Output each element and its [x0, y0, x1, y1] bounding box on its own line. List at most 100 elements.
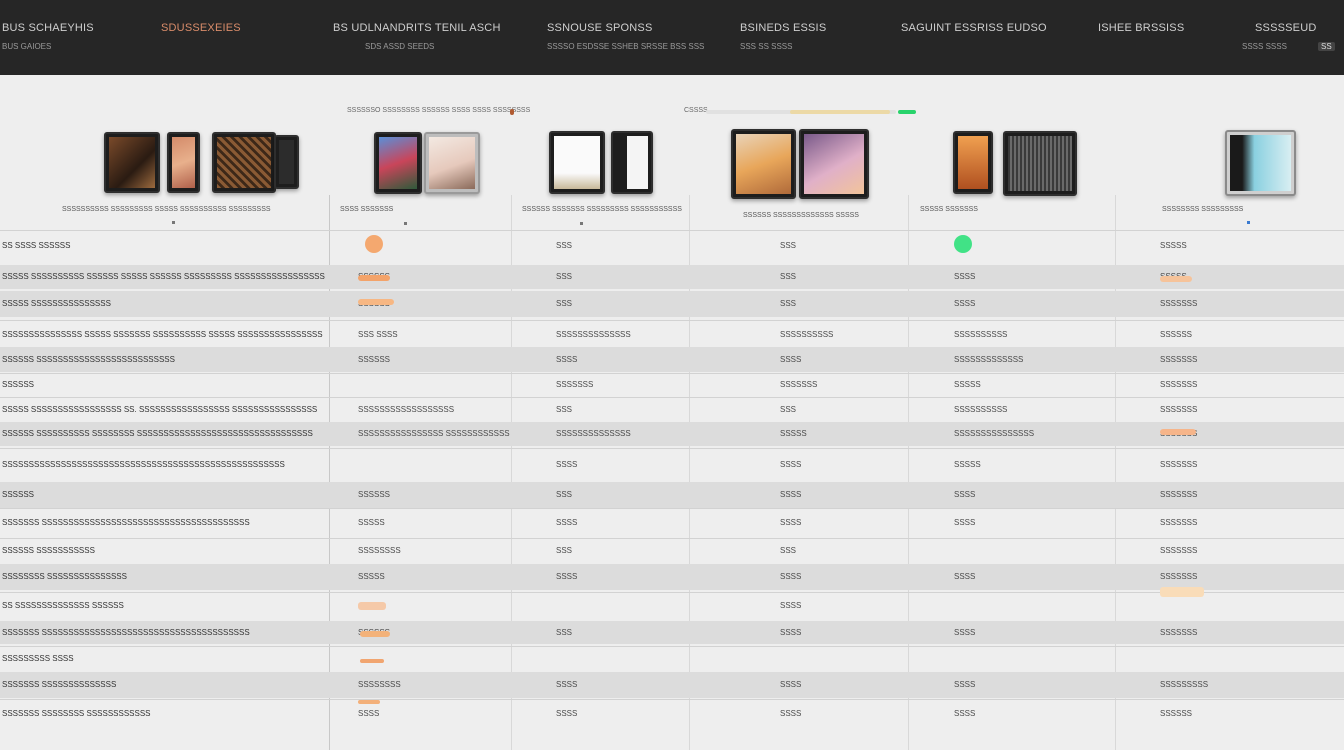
cell-col-3: SSSS	[780, 490, 802, 499]
nav-sub-8[interactable]: SSSS SSSS	[1242, 42, 1287, 51]
cell-col-1: SSSSSS	[358, 355, 391, 364]
cell-col-2: SSSSSSS	[556, 380, 594, 389]
row-label: SSSSSSSS SSSSSSSSSSSSSSS	[2, 572, 127, 581]
row-label: SS SSSSSSSSSSSSSS SSSSSS	[2, 601, 124, 610]
cell-col-5: SSSSSSS	[1160, 546, 1198, 555]
nav-item-3[interactable]: BS UDLNANDRITS TENIL ASCH	[333, 22, 501, 34]
nav-item-8[interactable]: SSSSSEUD	[1255, 22, 1317, 34]
cell-col-4: SSSSSSSSSS	[954, 405, 1008, 414]
cell-col-1: SSS SSSS	[358, 330, 398, 339]
device-image-1a[interactable]	[104, 132, 160, 193]
cell-col-5: SSSSSSS	[1160, 355, 1198, 364]
cell-col-4: SSSSSSSSSS	[954, 330, 1008, 339]
device-image-1d[interactable]	[274, 135, 299, 189]
cell-col-2: SSSS	[556, 572, 578, 581]
highlight-bar	[358, 275, 390, 281]
top-nav: BUS SCHAEYHIS BUS GAIOES SDUSSEXEIES BS …	[0, 0, 1344, 75]
cell-col-2: SSS	[556, 299, 573, 308]
device-image-5b[interactable]	[1003, 131, 1077, 196]
product-name-1[interactable]: SSSSSSSSSS SSSSSSSSS SSSSS SSSSSSSSSS SS…	[62, 206, 271, 213]
device-image-1b[interactable]	[167, 132, 200, 193]
device-image-3b[interactable]	[611, 131, 653, 194]
cell-col-2: SSSSSSSSSSSSSS	[556, 330, 631, 339]
product-name-5[interactable]: SSSSS SSSSSSS	[920, 206, 978, 213]
row-label: SSSSSSS SSSSSSSS SSSSSSSSSSSS	[2, 709, 151, 718]
cell-col-2: SSSS	[556, 518, 578, 527]
highlight-bar	[358, 602, 386, 610]
device-image-4b[interactable]	[799, 129, 869, 199]
cell-col-2: SSS	[556, 405, 573, 414]
nav-item-1[interactable]: BUS SCHAEYHIS	[2, 22, 94, 34]
cell-col-4: SSSS	[954, 518, 976, 527]
cell-col-3: SSSS	[780, 518, 802, 527]
row-label: SSSSSSS SSSSSSSSSSSSSSSSSSSSSSSSSSSSSSSS…	[2, 518, 250, 527]
device-image-3a[interactable]	[549, 131, 605, 194]
cell-col-4: SSSSSSSSSSSSSSS	[954, 429, 1035, 438]
row-label: SSSSSS SSSSSSSSSSS	[2, 546, 95, 555]
device-image-2b[interactable]	[424, 132, 480, 194]
cell-col-3: SSSSSSSSSS	[780, 330, 834, 339]
nav-item-5[interactable]: BSINEDS ESSIS	[740, 22, 826, 34]
cell-col-3: SSSS	[780, 572, 802, 581]
cell-col-1: SSSSSSSS	[358, 546, 401, 555]
status-dot-orange	[365, 235, 383, 253]
table-row: SSSSSSS SSSSSSSSSSSSSSSSSSSSSSSSSSSSSSSS…	[0, 672, 1344, 698]
row-label: SSSSSSSSSSSSSSS SSSSS SSSSSSS SSSSSSSSSS…	[2, 330, 323, 339]
cell-col-5: SSSSS	[1160, 241, 1187, 250]
table-row: SSSSSS SSSSSSS SSSSSSS SSSSS SSSSSSS	[0, 373, 1344, 396]
cell-col-4: SSSS	[954, 709, 976, 718]
row-label: SSSSSS	[2, 490, 35, 499]
nav-sub-4[interactable]: SSSSO ESDSSE SSHEB SRSSE BSS SSS	[547, 42, 704, 51]
table-row: SSSSSSSSS SSSS	[0, 646, 1344, 671]
nav-item-2[interactable]: SDUSSEXEIES	[161, 22, 241, 34]
header-note-right: CSSSS	[684, 107, 708, 114]
row-label: SSSSS SSSSSSSSSSSSSSSSS SS. SSSSSSSSSSSS…	[2, 405, 318, 414]
legend-bar-green	[898, 110, 916, 114]
cell-col-1: SSSSS	[358, 518, 385, 527]
product-name-4[interactable]: SSSSSS SSSSSSSSSSSSS SSSSS	[743, 212, 859, 219]
cell-col-2: SSSS	[556, 709, 578, 718]
cell-col-5: SSSSSSSSS	[1160, 680, 1209, 689]
row-label: SS SSSS SSSSSS	[2, 241, 71, 250]
nav-badge[interactable]: SS	[1318, 42, 1335, 51]
device-image-5a[interactable]	[953, 131, 993, 194]
cell-col-2: SSSSSSSSSSSSSS	[556, 429, 631, 438]
nav-item-4[interactable]: SSNOUSE SPONSS	[547, 22, 653, 34]
cell-col-2: SSS	[556, 241, 573, 250]
device-image-6[interactable]	[1225, 130, 1296, 196]
row-label: SSSSSSSSS SSSS	[2, 654, 74, 663]
row-label: SSSSSS SSSSSSSSSS SSSSSSSS SSSSSSSSSSSSS…	[2, 429, 313, 438]
table-row: SSSSSSSS SSSSSSSSSSSSSSS SSSSS SSSS SSSS SSS…	[0, 564, 1344, 590]
cell-col-2: SSSS	[556, 355, 578, 364]
nav-sub-5[interactable]: SSS SS SSSS	[740, 42, 792, 51]
nav-item-6[interactable]: SAGUINT ESSRISS EUDSO	[901, 22, 1047, 34]
nav-sub-3[interactable]: SDS ASSD SEEDS	[365, 42, 434, 51]
cell-col-4: SSSS	[954, 272, 976, 281]
comparison-page: SSSSSSO SSSSSSSS SSSSSS SSSS SSSS SSSSSS…	[0, 75, 1344, 750]
legend-bar-fill	[790, 110, 890, 114]
cell-col-4: SSSS	[954, 299, 976, 308]
nav-item-7[interactable]: ISHEE BRSSISS	[1098, 22, 1184, 34]
cell-col-4: SSSS	[954, 628, 976, 637]
device-image-4a[interactable]	[731, 129, 796, 199]
product-name-6[interactable]: SSSSSSSS SSSSSSSSS	[1162, 206, 1243, 213]
table-row: SSSSSS SSSSSSSSSS SSSSSSSS SSSSSSSSSSSSS…	[0, 422, 1344, 446]
cell-col-1: SSSSS	[358, 572, 385, 581]
row-label: SSSSSS	[2, 380, 35, 389]
product-marker	[172, 221, 175, 224]
product-marker	[404, 222, 407, 225]
cell-col-3: SSS	[780, 241, 797, 250]
device-image-1c[interactable]	[212, 132, 276, 193]
table-row: SSSSSSSSSSSSSSSSSSSSSSSSSSSSSSSSSSSSSSSS…	[0, 448, 1344, 481]
device-image-2a[interactable]	[374, 132, 422, 194]
product-name-3[interactable]: SSSSSS SSSSSSS SSSSSSSSS SSSSSSSSSSS	[522, 206, 682, 213]
cell-col-5: SSSSSS	[1160, 709, 1193, 718]
product-name-2[interactable]: SSSS SSSSSSS	[340, 206, 393, 213]
cell-col-1: SSSSSSSSSSSSSSSSSS	[358, 405, 455, 414]
cell-col-4: SSSS	[954, 572, 976, 581]
table-row: SSSSS SSSSSSSSSS SSSSSS SSSSS SSSSSS SSS…	[0, 265, 1344, 289]
cell-col-4: SSSS	[954, 680, 976, 689]
nav-sub-1[interactable]: BUS GAIOES	[2, 42, 51, 51]
cell-col-2: SSS	[556, 546, 573, 555]
product-marker	[1247, 221, 1250, 224]
